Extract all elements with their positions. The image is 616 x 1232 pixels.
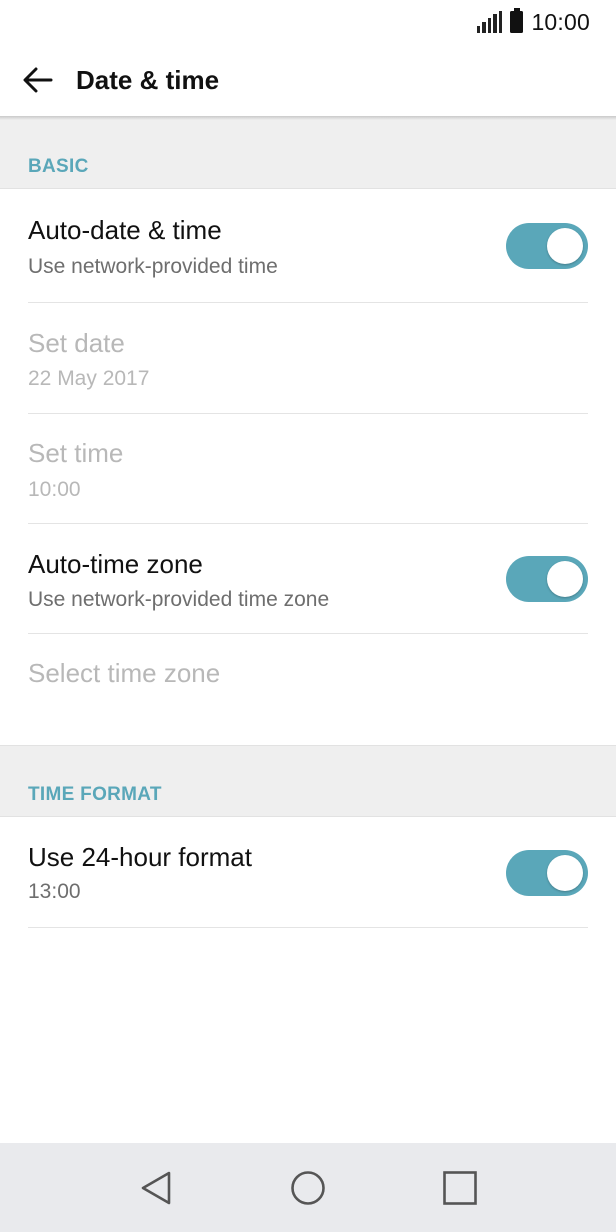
set-time-row[interactable]: Set time 10:00: [28, 414, 588, 524]
set-date-row[interactable]: Set date 22 May 2017: [28, 303, 588, 414]
auto-date-time-toggle[interactable]: [506, 223, 588, 269]
select-time-zone-title: Select time zone: [28, 658, 221, 688]
auto-time-zone-row[interactable]: Auto-time zone Use network-provided time…: [28, 524, 588, 634]
use-24-hour-example: 13:00: [28, 880, 81, 903]
use-24-hour-row[interactable]: Use 24-hour format 13:00: [28, 817, 588, 928]
status-clock: 10:00: [531, 8, 590, 35]
set-time-value: 10:00: [28, 478, 81, 501]
back-triangle-icon: [141, 1171, 171, 1204]
set-time-title: Set time: [28, 438, 124, 468]
auto-date-time-row[interactable]: Auto-date & time Use network-provided ti…: [28, 189, 588, 303]
battery-icon: [510, 8, 524, 33]
toggle-knob: [547, 561, 583, 597]
arrow-left-icon: [23, 67, 53, 93]
section-header-basic: BASIC: [0, 120, 616, 189]
home-circle-icon: [291, 1170, 325, 1205]
toggle-knob: [547, 855, 583, 891]
date-time-settings-screen: 10:00 Date & time BASIC Auto-date & time…: [0, 0, 616, 1232]
toggle-knob: [547, 228, 583, 264]
auto-date-time-title: Auto-date & time: [28, 215, 222, 245]
auto-time-zone-toggle[interactable]: [506, 556, 588, 602]
use-24-hour-title: Use 24-hour format: [28, 842, 252, 872]
auto-date-time-subtitle: Use network-provided time: [28, 255, 278, 278]
select-time-zone-row[interactable]: Select time zone: [28, 634, 588, 745]
section-header-time-format: TIME FORMAT: [0, 745, 616, 817]
auto-time-zone-title: Auto-time zone: [28, 549, 203, 579]
nav-back-button[interactable]: [126, 1158, 186, 1218]
app-toolbar: Date & time: [0, 44, 616, 116]
status-bar: 10:00: [0, 0, 616, 44]
set-date-title: Set date: [28, 328, 125, 358]
system-nav-bar: [0, 1143, 616, 1232]
back-button[interactable]: [0, 44, 76, 116]
set-date-value: 22 May 2017: [28, 367, 150, 390]
nav-recents-button[interactable]: [430, 1158, 490, 1218]
recents-square-icon: [443, 1170, 477, 1205]
use-24-hour-toggle[interactable]: [506, 850, 588, 896]
signal-icon: [476, 11, 503, 33]
page-title: Date & time: [76, 64, 220, 95]
auto-time-zone-subtitle: Use network-provided time zone: [28, 588, 330, 611]
section-header-basic-label: BASIC: [28, 156, 89, 177]
nav-home-button[interactable]: [278, 1158, 338, 1218]
section-header-time-format-label: TIME FORMAT: [28, 784, 162, 805]
